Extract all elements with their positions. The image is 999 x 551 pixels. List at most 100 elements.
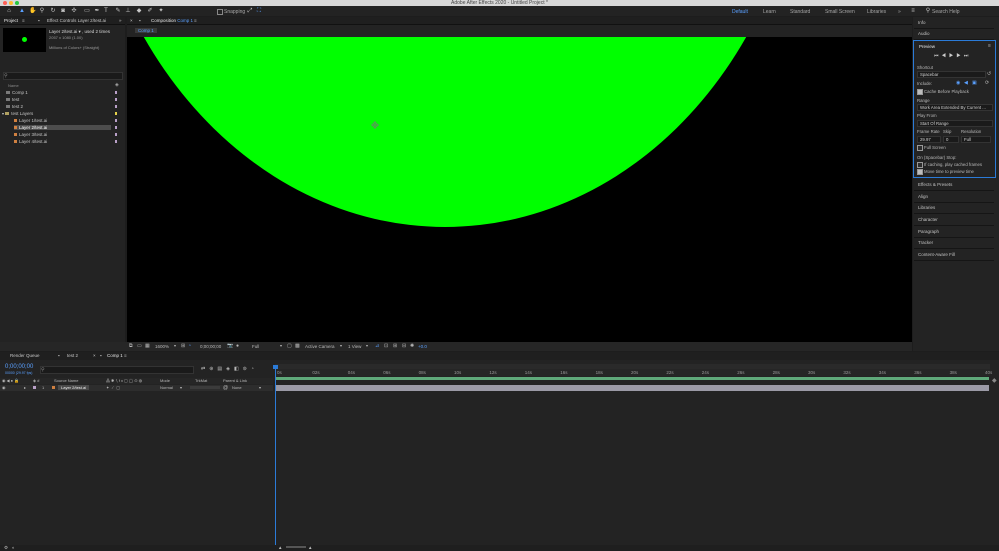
draft-3d-icon[interactable]: ⊡ xyxy=(384,343,388,349)
type-tool-icon[interactable]: T xyxy=(103,8,109,14)
label-color-swatch[interactable] xyxy=(115,133,117,136)
current-time-display[interactable]: 0;00;00;00 xyxy=(200,344,221,349)
snap-edges-icon[interactable]: ⤢ xyxy=(247,8,253,14)
project-item-layer-2-selected[interactable]: Layer 2/test.ai xyxy=(14,125,111,130)
parent-dropdown[interactable]: None xyxy=(232,385,242,390)
panel-character[interactable]: Character xyxy=(918,217,938,222)
project-item-test-2[interactable]: test 2 xyxy=(6,104,23,109)
camera-view-dropdown[interactable]: Active Camera xyxy=(305,344,335,349)
clone-stamp-tool-icon[interactable]: ⊥ xyxy=(125,8,131,14)
label-color-swatch[interactable] xyxy=(115,119,117,122)
panel-more-icon[interactable]: » xyxy=(119,18,122,23)
workspace-menu-icon[interactable]: ≡ xyxy=(910,8,916,14)
tab-render-queue[interactable]: Render Queue xyxy=(10,353,40,358)
play-from-dropdown[interactable]: Start Of Range xyxy=(917,120,993,127)
trkmat-header[interactable]: TrkMat xyxy=(195,378,207,383)
rectangle-tool-icon[interactable]: ▭ xyxy=(84,8,90,14)
search-help-field[interactable]: Search Help xyxy=(932,9,960,15)
composition-viewer[interactable] xyxy=(127,37,912,342)
fast-previews-icon[interactable]: ⊞ xyxy=(181,343,185,349)
column-name-header[interactable]: Name xyxy=(8,83,19,88)
resolution-dropdown[interactable]: Full xyxy=(961,136,991,143)
full-screen-checkbox[interactable] xyxy=(917,145,923,151)
panel-menu-icon[interactable]: ≡ xyxy=(194,18,197,23)
visibility-eye-icon[interactable]: ◉ xyxy=(2,385,6,390)
label-color-swatch[interactable] xyxy=(115,126,117,129)
current-time-indicator[interactable] xyxy=(275,365,276,551)
shortcut-dropdown[interactable]: Spacebar xyxy=(917,71,986,78)
label-color-swatch[interactable] xyxy=(115,105,117,108)
layer-switch-icons[interactable]: ✦ ∕ ▢ xyxy=(106,385,121,390)
puppet-pin-tool-icon[interactable]: ✦ xyxy=(158,8,164,14)
skip-dropdown[interactable]: 0 xyxy=(943,136,959,143)
zoom-tool-icon[interactable]: ⚲ xyxy=(39,8,45,14)
disclosure-triangle-icon[interactable]: ▾ xyxy=(2,111,4,116)
zoom-out-icon[interactable]: ▲ xyxy=(278,545,282,550)
breadcrumb-comp-1[interactable]: Comp 1 xyxy=(135,28,157,33)
eraser-tool-icon[interactable]: ◆ xyxy=(136,8,142,14)
region-of-interest-icon[interactable]: ▢ xyxy=(287,343,292,349)
toggle-modes-icon[interactable]: ◐ xyxy=(12,545,15,550)
camera-tool-icon[interactable]: ◙ xyxy=(60,8,66,14)
layer-name[interactable]: Layer 2/test.ai xyxy=(58,385,90,390)
chevron-down-icon[interactable]: ▾ xyxy=(259,385,261,390)
label-color-swatch[interactable] xyxy=(115,112,117,115)
pen-tool-icon[interactable]: ✒ xyxy=(94,8,100,14)
roto-brush-tool-icon[interactable]: ✐ xyxy=(147,8,153,14)
playhead-handle[interactable] xyxy=(273,365,278,369)
zoom-in-icon[interactable]: ▲ xyxy=(308,545,312,550)
transparency-grid-icon[interactable]: ▩ xyxy=(295,343,300,349)
project-item-layer-3[interactable]: Layer 3/test.ai xyxy=(14,132,47,137)
search-icon[interactable]: ⚲ xyxy=(925,8,931,14)
flowchart-icon[interactable]: ⊞ xyxy=(393,343,397,349)
view-layout-dropdown[interactable]: 1 View xyxy=(348,344,361,349)
pan-behind-tool-icon[interactable]: ✣ xyxy=(71,8,77,14)
timeline-search-input[interactable]: ⚲ xyxy=(40,366,194,374)
workspace-more[interactable]: » xyxy=(898,9,901,15)
expand-layer-icon[interactable]: ▸ xyxy=(24,385,26,390)
tab-effect-controls[interactable]: Effect Controls Layer 2/test.ai xyxy=(47,18,106,23)
rotate-tool-icon[interactable]: ↻ xyxy=(50,8,56,14)
panel-libraries[interactable]: Libraries xyxy=(918,205,935,210)
panel-menu-icon[interactable]: ≡ xyxy=(124,353,127,358)
timeline-icon[interactable]: ⊟ xyxy=(402,343,406,349)
project-item-test[interactable]: test xyxy=(6,97,19,102)
chevron-down-icon[interactable]: ▾ xyxy=(174,343,176,348)
toggle-switches-icon[interactable]: ⚙ xyxy=(4,545,8,551)
tab-test-2[interactable]: test 2 xyxy=(67,353,78,358)
hand-tool-icon[interactable]: ✋ xyxy=(29,8,36,14)
loop-icon[interactable]: ⟳ xyxy=(985,80,989,86)
lock-icon[interactable]: ▪ xyxy=(139,18,141,23)
tab-effect-controls-icon[interactable]: ▪ xyxy=(38,18,40,23)
panel-effects-presets[interactable]: Effects & Presets xyxy=(918,182,952,187)
project-item-layer-1[interactable]: Layer 1/test.ai xyxy=(14,118,47,123)
close-tab-icon[interactable]: × xyxy=(93,353,96,358)
include-overlays-icon[interactable]: ▣ xyxy=(972,80,977,86)
label-color-swatch[interactable] xyxy=(115,91,117,94)
panel-paragraph[interactable]: Paragraph xyxy=(918,229,939,234)
panel-tracker[interactable]: Tracker xyxy=(918,240,933,245)
monitor-icon[interactable]: ▭ xyxy=(137,343,142,349)
grid-guides-icon[interactable]: ▦ xyxy=(145,343,150,349)
show-channel-icon[interactable]: ● xyxy=(236,343,239,349)
mode-dropdown[interactable]: Normal xyxy=(160,385,173,390)
snap-features-icon[interactable]: ⛶ xyxy=(256,8,262,14)
snapshot-camera-icon[interactable]: 📷 xyxy=(227,343,233,349)
project-item-layer-4[interactable]: Layer 4/test.ai xyxy=(14,139,47,144)
cache-before-playback-checkbox[interactable] xyxy=(917,89,923,95)
workspace-learn[interactable]: Learn xyxy=(763,9,776,15)
exposure-value[interactable]: +0.0 xyxy=(418,344,427,349)
tab-comp-1[interactable]: Comp 1 xyxy=(107,353,123,358)
label-tag-icon[interactable]: ◈ xyxy=(115,82,119,88)
reset-exposure-icon[interactable]: ✺ xyxy=(410,343,414,349)
trkmat-dropdown[interactable] xyxy=(190,386,220,389)
layer-label-color[interactable] xyxy=(33,386,36,389)
playback-controls[interactable]: ⏮◀▶▶⏭ xyxy=(934,53,971,59)
minimize-window-button[interactable] xyxy=(9,1,13,5)
if-caching-checkbox[interactable] xyxy=(917,162,923,168)
workspace-default[interactable]: Default xyxy=(732,9,748,15)
reset-icon[interactable]: ↺ xyxy=(987,71,991,77)
workspace-libraries[interactable]: Libraries xyxy=(867,9,886,15)
workspace-small-screen[interactable]: Small Screen xyxy=(825,9,855,15)
range-dropdown[interactable]: Work Area Extended By Current ... xyxy=(917,104,993,111)
